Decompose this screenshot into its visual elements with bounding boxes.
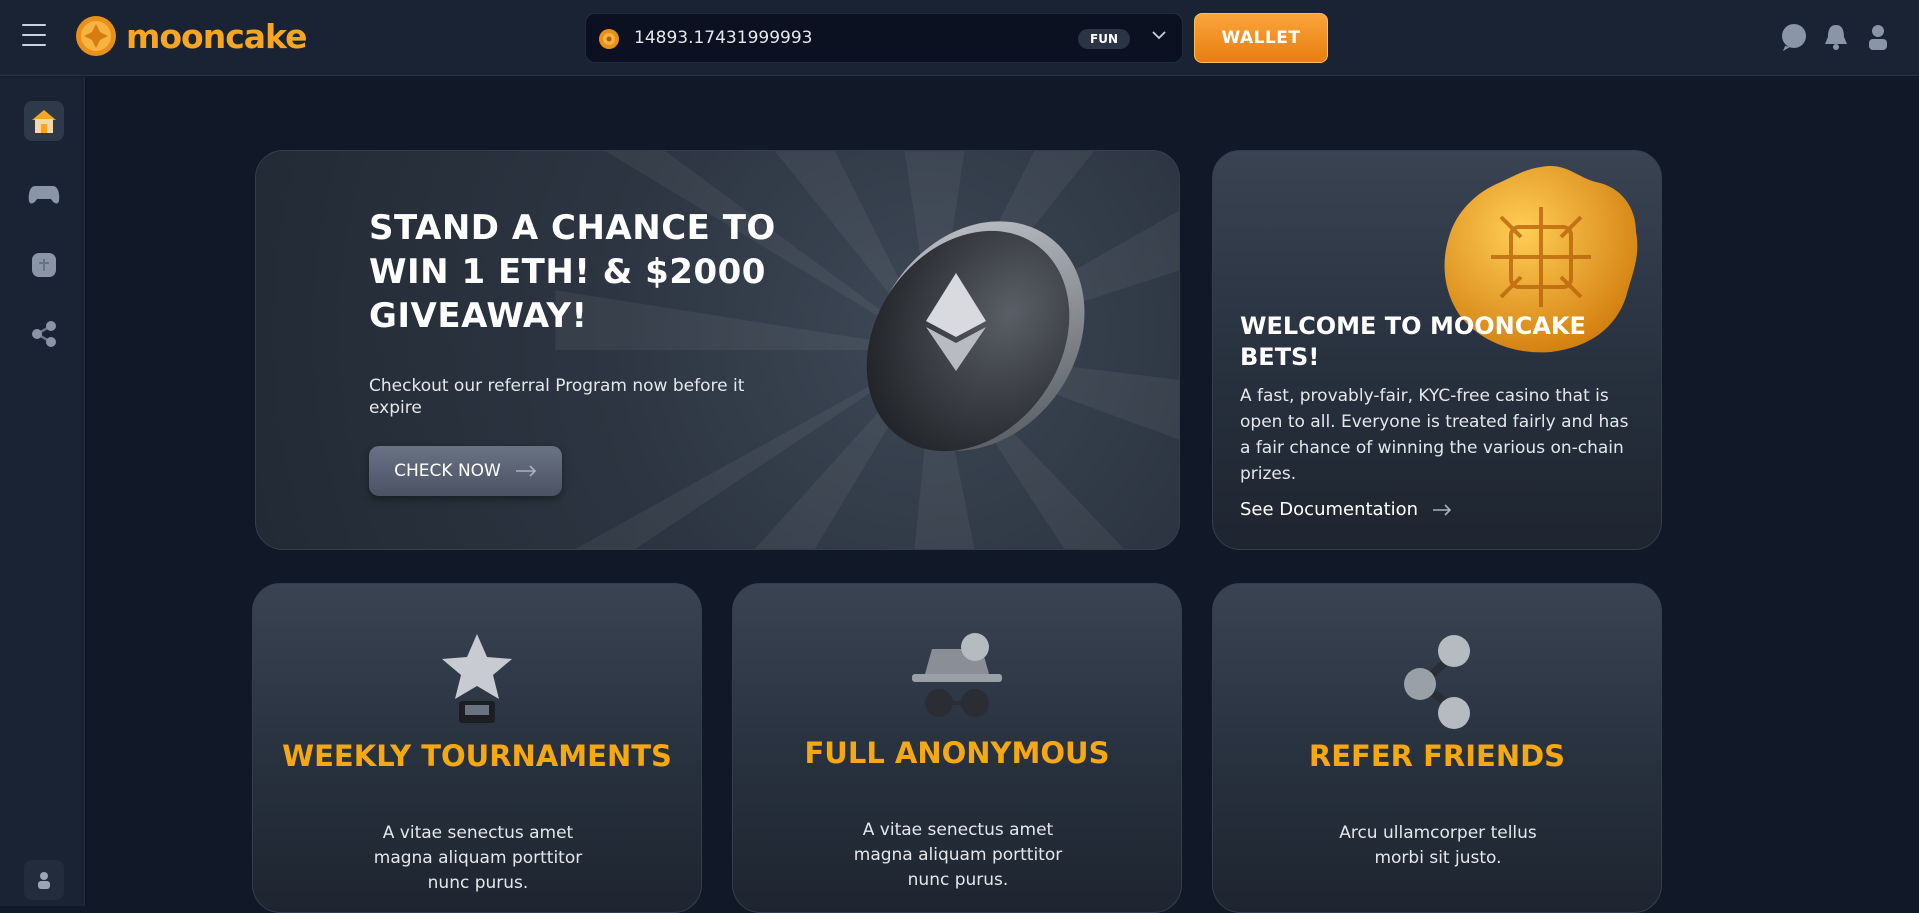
feature-description: Arcu ullamcorper tellus morbi sit justo. [1339,823,1537,868]
home-icon [32,110,56,133]
user-icon[interactable] [1863,22,1893,52]
feature-description: A vitae senectus amet magna aliquam port… [373,823,583,893]
balance-selector[interactable]: 14893.17431999993 FUN [585,13,1183,63]
feature-title: REFER FRIENDS [1308,739,1566,773]
see-documentation-link[interactable]: See Documentation [1240,499,1452,520]
chevron-down-icon[interactable] [1152,28,1166,44]
feature-card-tournaments: WEEKLY TOURNAMENTS A vitae senectus amet… [252,583,702,913]
hero-subtitle: Checkout our referral Program now before… [369,376,745,418]
logo-text: mooncake [126,16,307,56]
sidebar [0,77,85,906]
feature-card-refer: REFER FRIENDS Arcu ullamcorper tellus mo… [1212,583,1662,913]
feature-description: A vitae senectus amet magna aliquam port… [853,820,1063,890]
feature-card-anonymous: FULL ANONYMOUS A vitae senectus amet mag… [732,583,1182,913]
sidebar-item-mooncake[interactable] [24,245,64,285]
user-icon [38,872,50,889]
welcome-description: A fast, provably-fair, KYC-free casino t… [1240,386,1629,484]
hero-title: STAND A CHANCE TO WIN 1 ETH! & $2000 GIV… [369,208,776,336]
check-now-button[interactable]: CHECK NOW [369,446,562,496]
feature-title: FULL ANONYMOUS [804,736,1110,770]
arrow-right-icon [515,465,536,477]
incognito-icon [912,633,1002,717]
ethereum-coin-icon [866,221,1085,452]
balance-amount: 14893.17431999993 [634,28,813,48]
sidebar-item-games[interactable] [24,174,64,214]
bell-icon[interactable] [1821,22,1851,52]
share-icon [32,321,56,347]
chat-icon[interactable] [1779,22,1809,52]
gamepad-icon [28,186,60,204]
share-icon [1404,635,1470,729]
trophy-icon [442,634,512,723]
hero-banner: STAND A CHANCE TO WIN 1 ETH! & $2000 GIV… [255,150,1180,550]
welcome-card: WELCOME TO MOONCAKE BETS! A fast, provab… [1212,150,1662,550]
mooncake-logo-icon [76,16,116,56]
sidebar-item-referral[interactable] [24,314,64,354]
currency-badge: FUN [1078,29,1130,49]
sidebar-item-home[interactable] [24,101,64,141]
feature-title: WEEKLY TOURNAMENTS [282,739,672,773]
top-bar: mooncake 14893.17431999993 FUN WALLET [0,0,1919,76]
arrow-right-icon [1433,503,1452,516]
logo[interactable]: mooncake [74,14,307,58]
wallet-button[interactable]: WALLET [1194,13,1328,63]
documentation-link-label: See Documentation [1240,499,1419,520]
coin-icon [599,29,619,49]
sidebar-profile-button[interactable] [24,860,64,900]
check-now-label: CHECK NOW [394,461,501,481]
mooncake-icon [32,253,56,277]
welcome-title: WELCOME TO MOONCAKE BETS! [1240,312,1586,371]
menu-icon[interactable] [22,24,46,46]
